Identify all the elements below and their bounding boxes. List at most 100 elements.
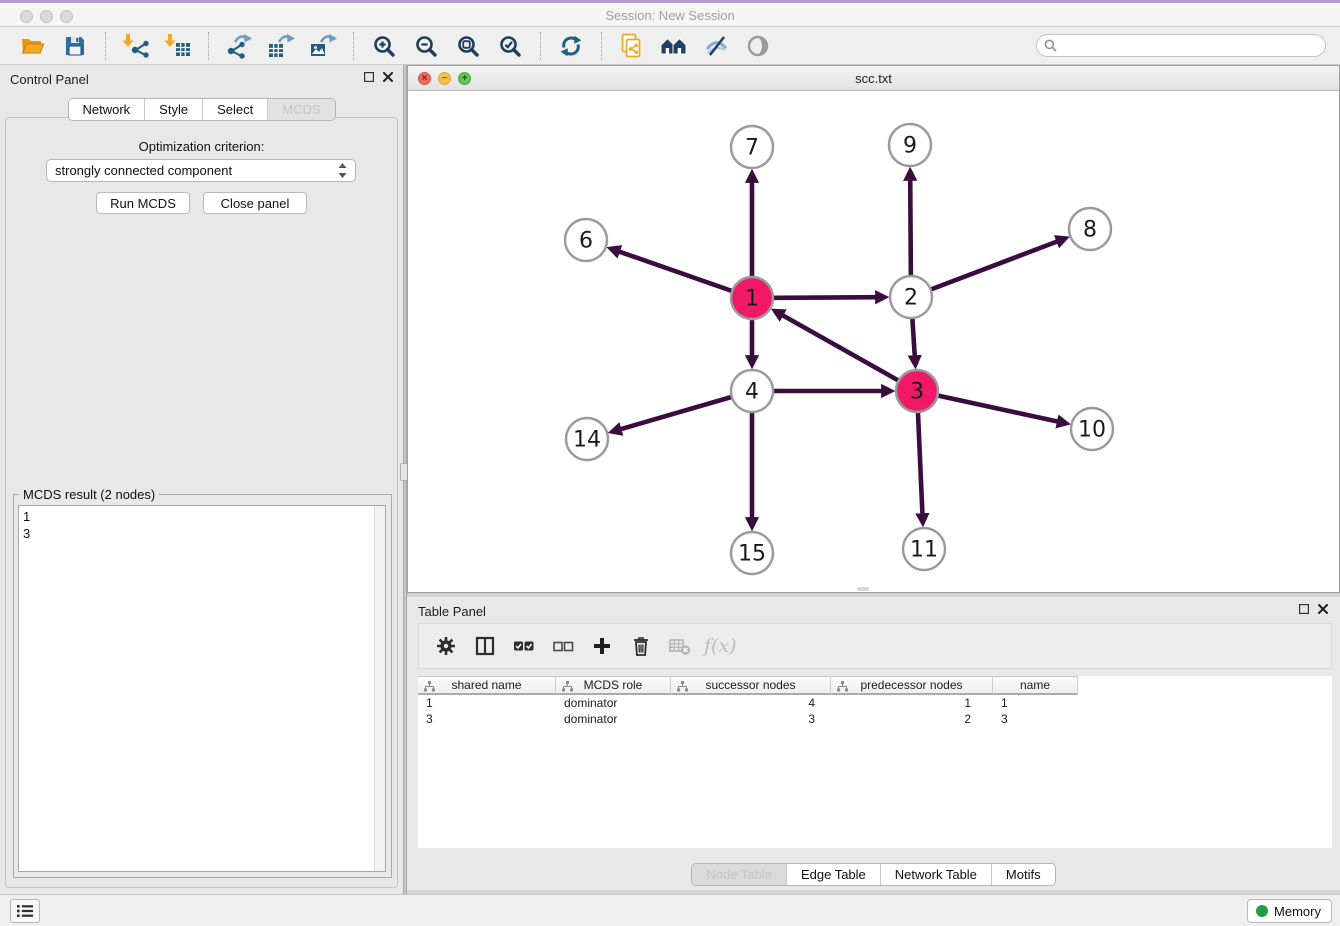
import-network-icon: [122, 33, 150, 59]
search-icon: [1044, 39, 1057, 52]
float-panel-icon[interactable]: [364, 72, 374, 82]
tab-select[interactable]: Select: [202, 99, 267, 120]
export-network-button[interactable]: [222, 31, 256, 61]
import-network-button[interactable]: [119, 31, 153, 61]
delete-column-button[interactable]: [626, 631, 656, 661]
clone-network-icon: [619, 33, 645, 59]
select-all-columns-button[interactable]: [509, 631, 539, 661]
table-row[interactable]: 3dominator323: [418, 711, 1332, 727]
graph-node-3[interactable]: 3: [896, 370, 938, 412]
tab-edge-table[interactable]: Edge Table: [786, 864, 880, 885]
zoom-out-button[interactable]: [409, 31, 443, 61]
close-panel-icon[interactable]: [1318, 604, 1328, 614]
graph-node-label: 15: [738, 542, 766, 567]
graph-node-label: 6: [579, 229, 593, 254]
open-session-button[interactable]: [16, 31, 50, 61]
table-row[interactable]: 1dominator411: [418, 695, 1332, 711]
column-header-name[interactable]: name: [993, 676, 1078, 695]
graph-node-label: 14: [573, 428, 601, 453]
hierarchy-icon: [837, 681, 848, 692]
graph-edge-2-8[interactable]: [911, 241, 1059, 297]
show-panels-button[interactable]: [10, 899, 40, 923]
delete-table-icon: [669, 636, 691, 656]
column-header-successor-nodes[interactable]: successor nodes: [671, 676, 831, 695]
run-mcds-button[interactable]: Run MCDS: [96, 192, 190, 214]
hide-eye-icon: [703, 34, 729, 58]
graph-node-15[interactable]: 15: [731, 532, 773, 574]
graph-node-label: 9: [903, 134, 917, 159]
trash-icon: [631, 635, 651, 657]
import-table-button[interactable]: [161, 31, 195, 61]
export-table-button[interactable]: [264, 31, 298, 61]
network-title: scc.txt: [408, 71, 1339, 86]
save-session-button[interactable]: [58, 31, 92, 61]
status-bar: Memory: [0, 894, 1340, 926]
zoom-fit-button[interactable]: [451, 31, 485, 61]
graph-node-6[interactable]: 6: [565, 219, 607, 261]
graph-node-14[interactable]: 14: [566, 418, 608, 460]
tab-style[interactable]: Style: [144, 99, 202, 120]
table-settings-button[interactable]: [431, 631, 461, 661]
close-panel-icon[interactable]: [383, 72, 393, 82]
graph-node-4[interactable]: 4: [731, 370, 773, 412]
function-builder-button[interactable]: f(x): [704, 631, 737, 661]
deselect-all-columns-button[interactable]: [548, 631, 578, 661]
optimization-criterion-select[interactable]: strongly connected component: [46, 159, 356, 182]
select-all-icon: [513, 638, 535, 654]
graph-node-7[interactable]: 7: [731, 126, 773, 168]
tab-motifs[interactable]: Motifs: [991, 864, 1055, 885]
apply-layout-button[interactable]: [554, 31, 588, 61]
graph-node-label: 11: [910, 538, 938, 563]
table-panel-header: Table Panel: [407, 597, 1340, 623]
table-panel-title: Table Panel: [418, 604, 486, 619]
search-input[interactable]: [1062, 39, 1318, 53]
tab-mcds[interactable]: MCDS: [267, 99, 334, 120]
close-panel-button[interactable]: Close panel: [203, 192, 307, 214]
graph-node-2[interactable]: 2: [890, 276, 932, 318]
export-image-button[interactable]: [306, 31, 340, 61]
memory-button[interactable]: Memory: [1247, 899, 1332, 923]
column-header-mcds-role[interactable]: MCDS role: [556, 676, 671, 695]
graph-node-9[interactable]: 9: [889, 124, 931, 166]
optimization-criterion-value: strongly connected component: [55, 163, 232, 178]
window-titlebar: Session: New Session: [0, 0, 1340, 27]
tab-network[interactable]: Network: [68, 99, 144, 120]
result-line: 1: [19, 506, 385, 525]
zoom-selected-button[interactable]: [493, 31, 527, 61]
toolbar-separator: [540, 32, 541, 60]
mcds-result-list[interactable]: 13: [18, 505, 386, 872]
control-panel-tabs: NetworkStyleSelectMCDS: [67, 98, 335, 121]
hierarchy-icon: [562, 681, 573, 692]
memory-status-icon: [1256, 905, 1268, 917]
column-header-shared-name[interactable]: shared name: [418, 676, 556, 695]
node-table: shared nameMCDS rolesuccessor nodesprede…: [418, 676, 1332, 848]
table-cell: 1: [993, 695, 1078, 711]
column-header-predecessor-nodes[interactable]: predecessor nodes: [831, 676, 993, 695]
float-panel-icon[interactable]: [1299, 604, 1309, 614]
delete-table-button[interactable]: [665, 631, 695, 661]
show-all-button[interactable]: [741, 31, 775, 61]
canvas-grip[interactable]: [857, 587, 869, 591]
clone-network-button[interactable]: [615, 31, 649, 61]
graph-node-10[interactable]: 10: [1071, 408, 1113, 450]
graph-node-1[interactable]: 1: [731, 277, 773, 319]
zoom-selected-icon: [498, 34, 522, 58]
graph-edge-3-1[interactable]: [781, 314, 917, 391]
tab-network-table[interactable]: Network Table: [880, 864, 991, 885]
create-column-button[interactable]: [587, 631, 617, 661]
network-canvas[interactable]: 7 9 6 8 1 2 4 3 14 10 15 11: [408, 91, 1339, 592]
result-scrollbar[interactable]: [374, 506, 385, 871]
graph-node-8[interactable]: 8: [1069, 208, 1111, 250]
right-column: × − + scc.txt 7968124314101511 Table Pan…: [407, 65, 1340, 894]
zoom-in-button[interactable]: [367, 31, 401, 61]
table-panel: Table Panel: [407, 597, 1340, 890]
table-cell: 2: [831, 711, 993, 727]
zoom-out-icon: [414, 34, 438, 58]
show-column-button[interactable]: [470, 631, 500, 661]
hide-selected-button[interactable]: [699, 31, 733, 61]
zoom-in-icon: [372, 34, 396, 58]
first-neighbors-button[interactable]: [657, 31, 691, 61]
tab-node-table[interactable]: Node Table: [692, 864, 786, 885]
graph-node-11[interactable]: 11: [903, 528, 945, 570]
save-icon: [63, 34, 87, 58]
